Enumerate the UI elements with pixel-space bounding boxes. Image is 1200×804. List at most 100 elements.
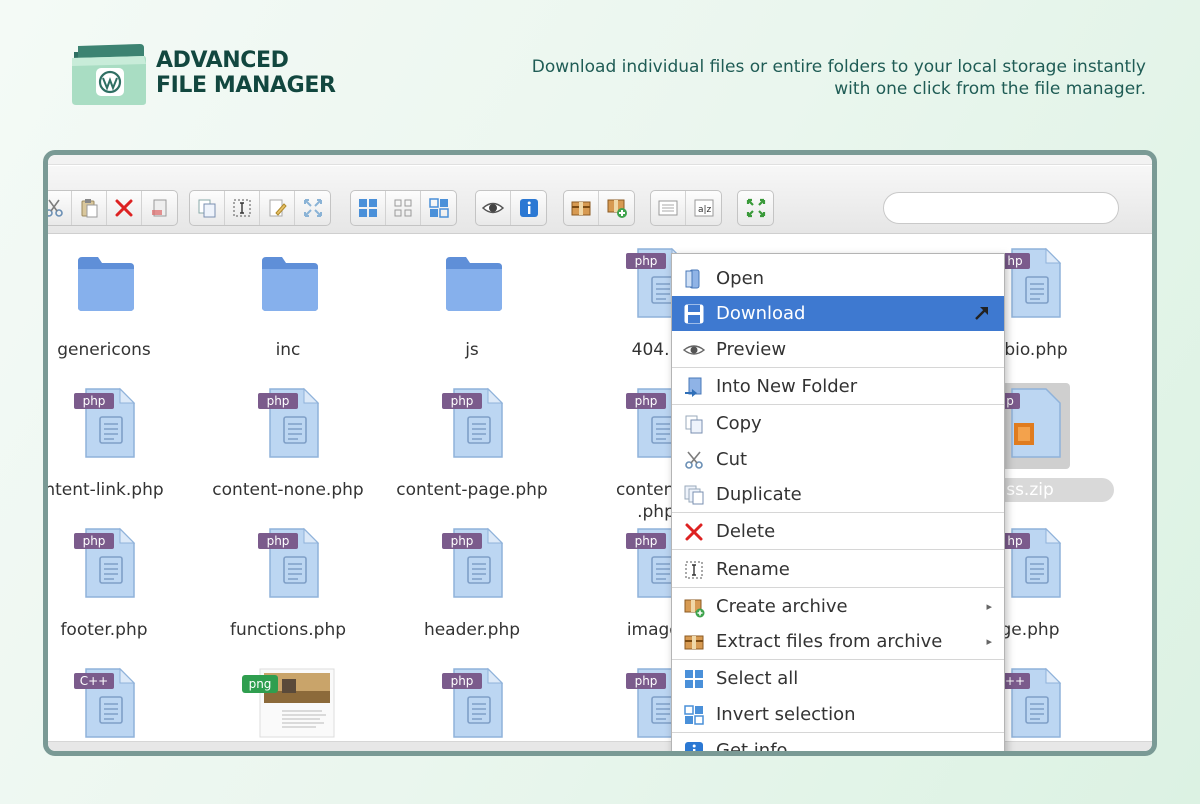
- context-menu-label: Preview: [716, 339, 787, 360]
- info-icon: [519, 199, 538, 217]
- copy-icon: [672, 406, 716, 441]
- php-file-icon: php: [442, 667, 506, 739]
- paste-icon: [81, 199, 98, 218]
- search-input[interactable]: [883, 192, 1119, 224]
- svg-text:php: php: [635, 394, 658, 408]
- folder-item[interactable]: genericons: [48, 247, 196, 377]
- view-small-button[interactable]: [421, 191, 456, 225]
- php-file-icon: hp: [1000, 527, 1064, 599]
- brand-wordmark: ADVANCED FILE MANAGER: [156, 48, 336, 98]
- cpp-file-icon: C++: [74, 667, 138, 739]
- file-item[interactable]: php: [380, 667, 564, 741]
- context-menu-item-open[interactable]: Open: [672, 261, 1004, 296]
- preview-button[interactable]: [476, 191, 511, 225]
- archive-icon: [672, 589, 716, 624]
- file-item[interactable]: C++: [48, 667, 196, 741]
- context-menu-label: Into New Folder: [716, 376, 858, 397]
- context-menu-item-into-new-folder[interactable]: Into New Folder: [672, 369, 1004, 404]
- empty-button[interactable]: [142, 191, 177, 225]
- svg-text:hp: hp: [1007, 534, 1022, 548]
- fullscreen-button[interactable]: [738, 191, 773, 225]
- window-top-bar: [48, 155, 1152, 165]
- info-button[interactable]: [511, 191, 546, 225]
- rename-button[interactable]: [225, 191, 260, 225]
- context-menu-separator: [672, 512, 1004, 513]
- toolbar-group-info: [475, 190, 547, 226]
- context-menu-item-cut[interactable]: Cut: [672, 442, 1004, 477]
- view-list-button[interactable]: [386, 191, 421, 225]
- context-menu-item-extract-files-from-archive[interactable]: Extract files from archive ▸: [672, 624, 1004, 659]
- context-menu-item-delete[interactable]: Delete: [672, 514, 1004, 549]
- context-menu-item-download[interactable]: Download: [672, 296, 1004, 331]
- download-icon: [672, 296, 716, 331]
- context-menu-separator: [672, 659, 1004, 660]
- context-menu-item-invert-selection[interactable]: Invert selection: [672, 697, 1004, 732]
- resize-button[interactable]: [295, 191, 330, 225]
- context-menu-label: Extract files from archive: [716, 631, 943, 652]
- brand-line-1: ADVANCED: [156, 48, 289, 73]
- svg-text:p: p: [1006, 394, 1014, 408]
- context-menu-item-preview[interactable]: Preview: [672, 332, 1004, 367]
- file-item[interactable]: php header.php: [380, 527, 564, 657]
- new-folder-icon: [672, 369, 716, 404]
- context-menu-separator: [672, 549, 1004, 550]
- folder-item[interactable]: inc: [196, 247, 380, 377]
- context-menu-label: Invert selection: [716, 704, 856, 725]
- copy-icon: [198, 199, 216, 218]
- paste-button[interactable]: [72, 191, 107, 225]
- context-menu-item-select-all[interactable]: Select all: [672, 661, 1004, 696]
- logo-folder-icon: [72, 44, 146, 105]
- sort-button[interactable]: [651, 191, 686, 225]
- context-menu-label: Duplicate: [716, 484, 802, 505]
- sort-az-button[interactable]: a|z: [686, 191, 721, 225]
- file-item[interactable]: php ntent-link.php: [48, 387, 196, 517]
- svg-text:a|z: a|z: [698, 205, 712, 215]
- toolbar-group-sort: a|z: [650, 190, 722, 226]
- brand-line-2: FILE MANAGER: [156, 73, 336, 98]
- folder-icon: [442, 247, 506, 319]
- toolbar: a|z: [48, 166, 1152, 234]
- context-menu-item-rename[interactable]: Rename: [672, 552, 1004, 587]
- toolbar-group-archive: [563, 190, 635, 226]
- delete-button[interactable]: [107, 191, 142, 225]
- context-menu-separator: [672, 367, 1004, 368]
- toolbar-group-fullscreen: [737, 190, 774, 226]
- preview-icon: [672, 332, 716, 367]
- svg-text:php: php: [451, 534, 474, 548]
- svg-text:php: php: [83, 534, 106, 548]
- php-file-icon: hp: [1000, 247, 1064, 319]
- file-item[interactable]: php content-none.php: [196, 387, 380, 517]
- archive-button[interactable]: [564, 191, 599, 225]
- svg-text:C++: C++: [80, 674, 109, 688]
- sort-icon: [658, 200, 678, 216]
- php-file-icon: php: [74, 387, 138, 459]
- extract-button[interactable]: [599, 191, 634, 225]
- svg-text:php: php: [451, 394, 474, 408]
- file-item[interactable]: php footer.php: [48, 527, 196, 657]
- cut-icon: [672, 442, 716, 477]
- context-menu-label: Open: [716, 268, 765, 289]
- edit-icon: [269, 199, 287, 217]
- select-all-icon: [672, 661, 716, 696]
- file-item[interactable]: php content-page.php: [380, 387, 564, 517]
- cut-button[interactable]: [48, 191, 72, 225]
- view-icons-button[interactable]: [351, 191, 386, 225]
- edit-button[interactable]: [260, 191, 295, 225]
- svg-text:php: php: [451, 674, 474, 688]
- php-file-icon: php: [442, 527, 506, 599]
- svg-text:php: php: [635, 254, 658, 268]
- context-menu-item-duplicate[interactable]: Duplicate: [672, 477, 1004, 512]
- zip-file-icon: p: [1000, 387, 1064, 459]
- context-menu-item-copy[interactable]: Copy: [672, 406, 1004, 441]
- context-menu-label: Select all: [716, 668, 799, 689]
- context-menu-item-create-archive[interactable]: Create archive ▸: [672, 589, 1004, 624]
- file-item[interactable]: php functions.php: [196, 527, 380, 657]
- resize-icon: [303, 199, 322, 217]
- copy-button[interactable]: [190, 191, 225, 225]
- context-menu-item-get-info[interactable]: Get info: [672, 733, 1004, 751]
- svg-text:++: ++: [1005, 674, 1025, 688]
- file-item[interactable]: png: [196, 667, 380, 741]
- folder-item[interactable]: js: [380, 247, 564, 377]
- file-manager-window: a|z genericons inc js php 404.p hp r-bio.php ph…: [43, 150, 1157, 756]
- archive-icon: [571, 201, 591, 216]
